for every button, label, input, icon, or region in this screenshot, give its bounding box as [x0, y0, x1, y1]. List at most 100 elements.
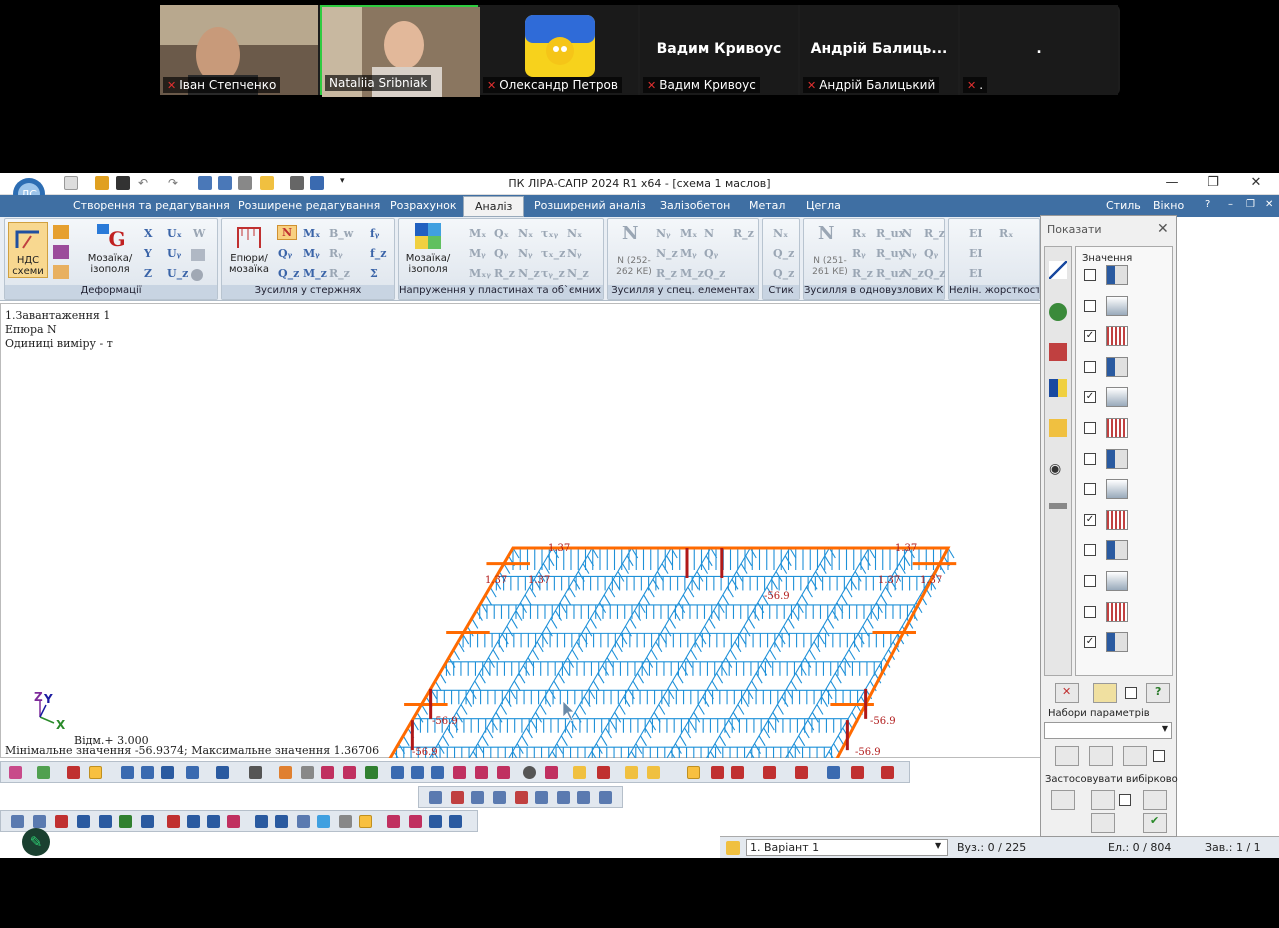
filter-icon[interactable]	[301, 766, 314, 779]
edit-17-icon[interactable]	[359, 815, 372, 828]
fy-icon[interactable]: fᵧ	[370, 227, 379, 240]
value-checkbox-lines[interactable]: ✓	[1084, 636, 1096, 649]
edit-3-icon[interactable]	[55, 815, 68, 828]
ry-icon[interactable]: Rᵧ	[329, 247, 343, 260]
value-checkbox-color[interactable]	[1084, 360, 1096, 373]
ei-icon[interactable]: EI	[969, 227, 983, 240]
frag6-icon[interactable]	[497, 766, 510, 779]
section-icon[interactable]	[89, 766, 102, 779]
mxy-icon[interactable]: Mₓᵧ	[469, 267, 491, 280]
value-checkbox-max[interactable]	[1084, 483, 1096, 496]
axis-global-icon[interactable]	[687, 766, 700, 779]
rz-node-icon[interactable]: R_z	[924, 227, 945, 240]
save-set-button[interactable]	[1123, 746, 1147, 766]
qz2-joint-icon[interactable]: Q_z	[773, 267, 794, 280]
edit-20-icon[interactable]	[429, 815, 442, 828]
variant-select[interactable]: 1. Варіант 1 ▼	[746, 839, 948, 856]
edit-2-icon[interactable]	[33, 815, 46, 828]
ribbon-close-icon[interactable]: ✕	[1265, 199, 1273, 210]
edit-15-icon[interactable]	[317, 815, 330, 828]
value-checkbox-legend2[interactable]	[1084, 299, 1096, 312]
view-box-9-icon[interactable]	[599, 791, 612, 804]
axis-z-icon[interactable]	[851, 766, 864, 779]
ruy-node-icon[interactable]: R_uy	[876, 247, 905, 260]
txz-icon[interactable]: τₓ_z	[541, 247, 565, 260]
nx-alt-icon[interactable]: Nₓ	[567, 227, 582, 240]
value-checkbox-label12[interactable]	[1084, 422, 1096, 434]
rz2-spec-icon[interactable]: R_z	[656, 267, 677, 280]
value-checkbox-tag12[interactable]	[1084, 452, 1096, 465]
qy-icon[interactable]: Qᵧ	[278, 247, 292, 260]
view-box-7-icon[interactable]	[557, 791, 570, 804]
z-displacement-icon[interactable]: Z	[144, 267, 152, 280]
edit-21-icon[interactable]	[449, 815, 462, 828]
flag-tab-icon[interactable]	[1049, 343, 1067, 361]
flag-icon[interactable]	[573, 766, 586, 779]
edit-9-icon[interactable]	[187, 815, 200, 828]
value-checkbox-mosaic[interactable]: ✓	[1084, 330, 1096, 343]
support-icon[interactable]	[279, 766, 292, 779]
n-node-icon[interactable]: N	[902, 227, 912, 240]
tab-create-edit[interactable]: Створення та редагування	[73, 199, 230, 212]
edit-8-icon[interactable]	[167, 815, 180, 828]
my-plate-icon[interactable]: Mᵧ	[469, 247, 486, 260]
rz-plate-icon[interactable]: R_z	[494, 267, 515, 280]
view-box-6-icon[interactable]	[535, 791, 548, 804]
edit-18-icon[interactable]	[387, 815, 400, 828]
value-checkbox-grid[interactable]: ✓	[1084, 391, 1096, 404]
frame-view-icon[interactable]	[67, 766, 80, 779]
mosaic-tab-icon[interactable]	[1049, 379, 1067, 397]
apply-load-button[interactable]	[1091, 813, 1115, 833]
target-icon[interactable]	[161, 766, 174, 779]
txy-icon[interactable]: τₓᵧ	[541, 227, 558, 240]
nz-node-icon[interactable]: N_z	[902, 267, 924, 280]
frag-icon[interactable]	[391, 766, 404, 779]
plane2-icon[interactable]	[141, 766, 154, 779]
n-spec-icon[interactable]: N	[704, 227, 714, 240]
rx-node-icon[interactable]: Rₓ	[852, 227, 866, 240]
help-icon[interactable]: ?	[1205, 199, 1210, 210]
rz-spec-icon[interactable]: R_z	[733, 227, 754, 240]
participant-tile[interactable]: ✕ Іван Степченко	[160, 5, 318, 95]
value-checkbox-legend[interactable]	[1084, 269, 1096, 281]
zoom-cut-icon[interactable]	[545, 766, 558, 779]
tab-steel[interactable]: Метал	[749, 199, 785, 212]
tab-extended-edit[interactable]: Розширене редагування	[238, 199, 380, 212]
zoom-icon[interactable]	[523, 766, 536, 779]
nds-scheme-button[interactable]: НДС схеми	[8, 222, 48, 278]
cut-set-button[interactable]	[1089, 746, 1113, 766]
edit-1-icon[interactable]	[11, 815, 24, 828]
ny-plate-icon[interactable]: Nᵧ	[518, 247, 533, 260]
rx-nl-icon[interactable]: Rₓ	[999, 227, 1013, 240]
edit-4-icon[interactable]	[77, 815, 90, 828]
rz-icon[interactable]: R_z	[329, 267, 350, 280]
view-box-2-icon[interactable]	[451, 791, 464, 804]
element-icon[interactable]	[343, 766, 356, 779]
qy-node-icon[interactable]: Qᵧ	[924, 247, 938, 260]
sum-icon[interactable]: Σ	[370, 267, 378, 280]
mx-spec-icon[interactable]: Mₓ	[680, 227, 697, 240]
cut-icon[interactable]	[249, 766, 262, 779]
edit-16-icon[interactable]	[339, 815, 352, 828]
view-box-4-icon[interactable]	[493, 791, 506, 804]
edit-10-icon[interactable]	[207, 815, 220, 828]
qz-icon[interactable]: Q_z	[278, 267, 299, 280]
globe-view-icon[interactable]	[216, 766, 229, 779]
frag3-icon[interactable]	[431, 766, 444, 779]
my-spec-icon[interactable]: Mᵧ	[680, 247, 697, 260]
ribbon-minimize-icon[interactable]: –	[1228, 199, 1233, 210]
ux-icon[interactable]: Uₓ	[167, 227, 182, 240]
mz-icon[interactable]: M_z	[303, 267, 327, 280]
restore-button[interactable]: ❐	[1203, 175, 1223, 190]
annotate-pen-icon[interactable]: ✎	[22, 828, 50, 856]
edit-19-icon[interactable]	[409, 815, 422, 828]
edit-5-icon[interactable]	[99, 815, 112, 828]
select-icon[interactable]	[9, 766, 22, 779]
axis-local-icon[interactable]	[711, 766, 724, 779]
view-box-8-icon[interactable]	[577, 791, 590, 804]
tab-masonry[interactable]: Цегла	[806, 199, 841, 212]
tab-extended-analysis[interactable]: Розширений аналіз	[534, 199, 646, 212]
close-button[interactable]: ✕	[1246, 175, 1266, 190]
frame-purple-icon[interactable]	[53, 245, 69, 259]
axis-free-icon[interactable]	[881, 766, 894, 779]
